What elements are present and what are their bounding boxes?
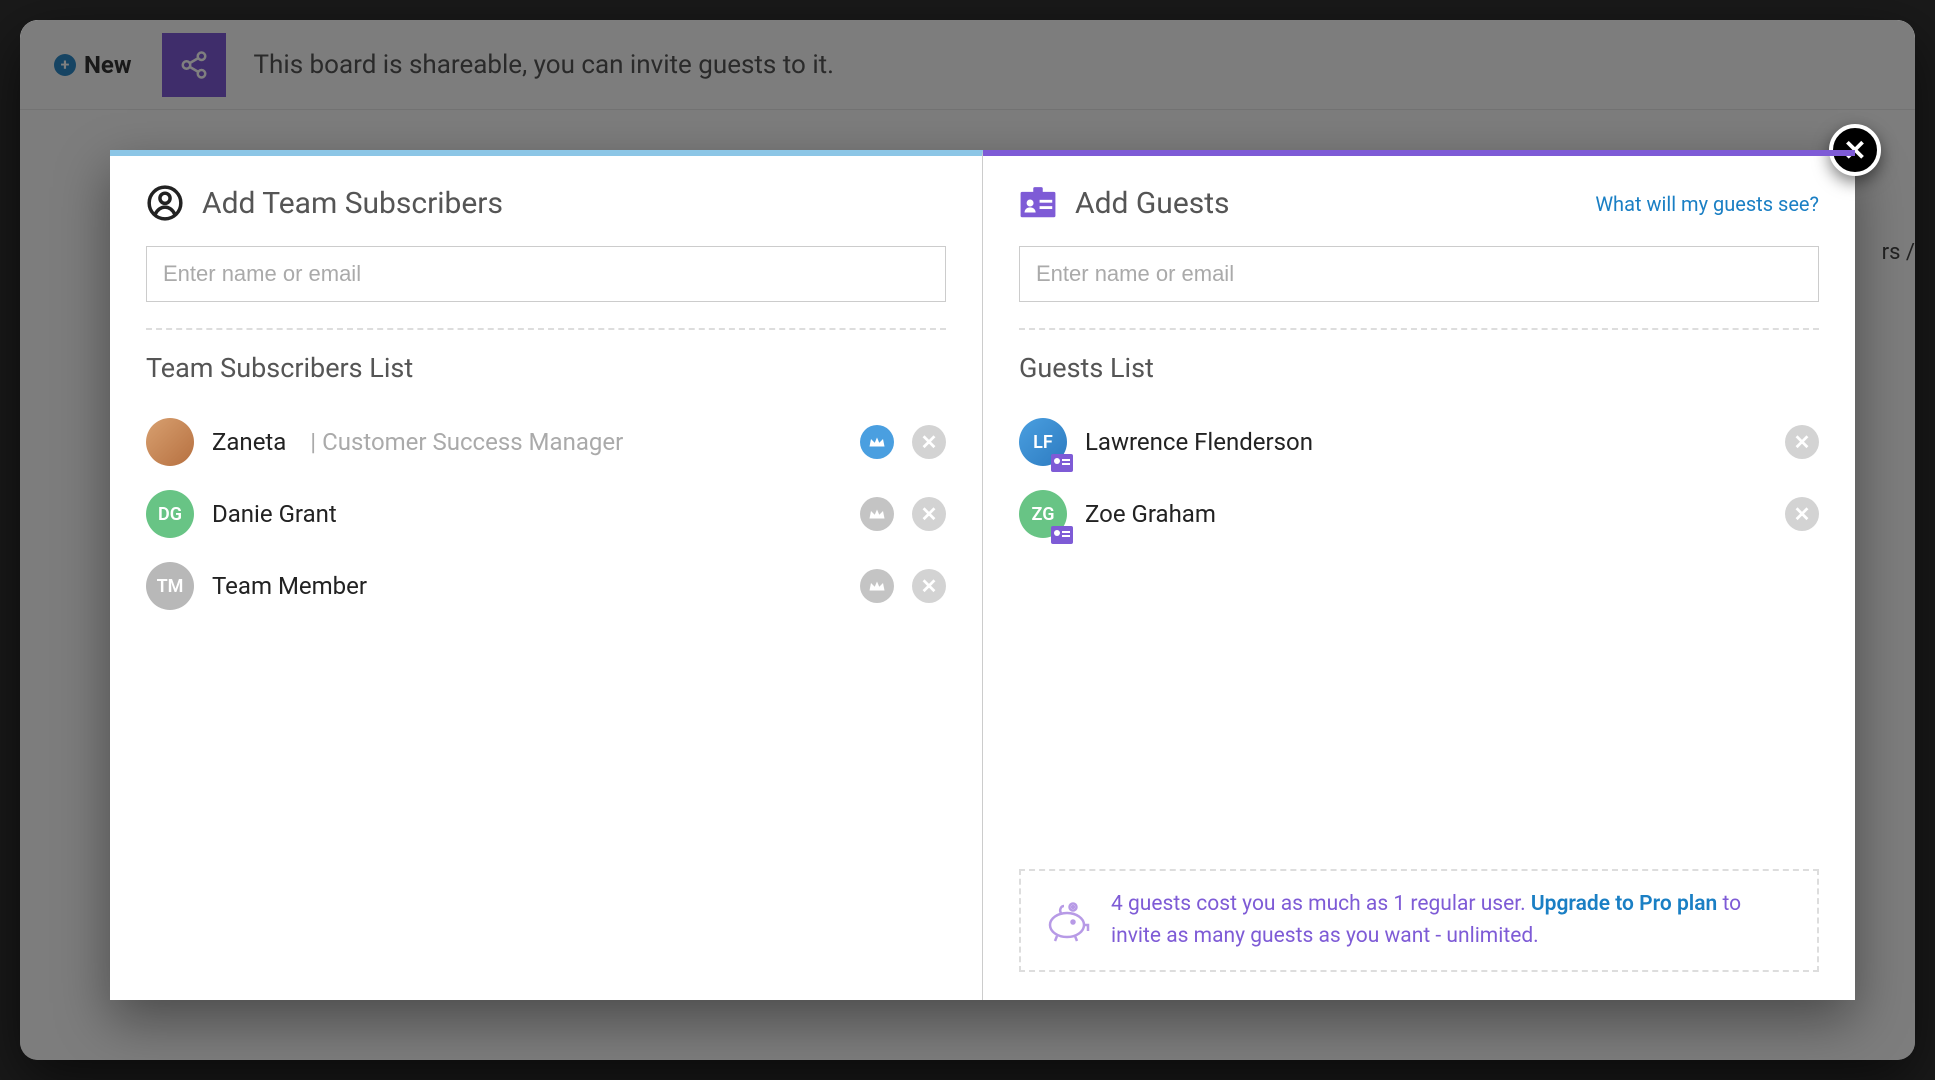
avatar-initials: LF [1033, 432, 1053, 453]
team-search-input[interactable] [146, 246, 946, 302]
remove-button[interactable]: ✕ [1785, 497, 1819, 531]
avatar: LF [1019, 418, 1067, 466]
upgrade-text-1: 4 guests cost you as much as 1 regular u… [1111, 892, 1531, 916]
guest-name: Zoe Graham [1085, 500, 1216, 528]
member-name: Zaneta [212, 428, 286, 456]
divider [1019, 328, 1819, 330]
avatar: TM [146, 562, 194, 610]
team-list-title: Team Subscribers List [146, 352, 946, 384]
id-card-icon [1019, 184, 1057, 222]
remove-button[interactable]: ✕ [912, 497, 946, 531]
share-modal: ✕ Add Team Subscribers Team Subscribers … [110, 150, 1855, 1000]
avatar [146, 418, 194, 466]
member-title: | Customer Success Manager [304, 428, 623, 456]
guests-pane: What will my guests see? Add Guests Gues… [983, 150, 1855, 1000]
team-subscribers-pane: Add Team Subscribers Team Subscribers Li… [110, 150, 983, 1000]
guest-search-input[interactable] [1019, 246, 1819, 302]
avatar-initials: TM [157, 576, 184, 597]
remove-button[interactable]: ✕ [1785, 425, 1819, 459]
guest-name: Lawrence Flenderson [1085, 428, 1313, 456]
remove-button[interactable]: ✕ [912, 569, 946, 603]
member-name: Team Member [212, 572, 367, 600]
person-icon [146, 184, 184, 222]
owner-toggle[interactable] [860, 569, 894, 603]
crown-icon [868, 580, 886, 592]
member-name: Danie Grant [212, 500, 337, 528]
app-frame: + New This board is shareable, you can i… [20, 20, 1915, 1060]
close-icon: ✕ [921, 502, 938, 526]
upgrade-text: 4 guests cost you as much as 1 regular u… [1111, 889, 1795, 952]
avatar-initials: ZG [1032, 504, 1055, 525]
avatar: DG [146, 490, 194, 538]
close-icon: ✕ [921, 574, 938, 598]
upgrade-callout: 4 guests cost you as much as 1 regular u… [1019, 869, 1819, 972]
guests-pane-title: Add Guests [1075, 186, 1230, 221]
team-row: TM Team Member ✕ [146, 550, 946, 622]
piggy-bank-icon [1043, 899, 1091, 943]
avatar: ZG [1019, 490, 1067, 538]
owner-toggle[interactable] [860, 497, 894, 531]
guest-badge-icon [1051, 454, 1073, 472]
team-pane-header: Add Team Subscribers [146, 184, 946, 222]
crown-icon [868, 436, 886, 448]
guest-badge-icon [1051, 526, 1073, 544]
guests-help-link[interactable]: What will my guests see? [1595, 192, 1819, 216]
team-pane-title: Add Team Subscribers [202, 186, 503, 221]
close-icon: ✕ [921, 430, 938, 454]
team-row: DG Danie Grant ✕ [146, 478, 946, 550]
crown-icon [868, 508, 886, 520]
close-icon: ✕ [1794, 430, 1811, 454]
guests-list-title: Guests List [1019, 352, 1819, 384]
guest-row: LF Lawrence Flenderson ✕ [1019, 406, 1819, 478]
team-row: Zaneta | Customer Success Manager ✕ [146, 406, 946, 478]
divider [146, 328, 946, 330]
close-icon: ✕ [1794, 502, 1811, 526]
upgrade-link[interactable]: Upgrade to Pro plan [1531, 892, 1717, 916]
avatar-initials: DG [158, 504, 182, 525]
guest-row: ZG Zoe Graham ✕ [1019, 478, 1819, 550]
owner-badge[interactable] [860, 425, 894, 459]
remove-button[interactable]: ✕ [912, 425, 946, 459]
